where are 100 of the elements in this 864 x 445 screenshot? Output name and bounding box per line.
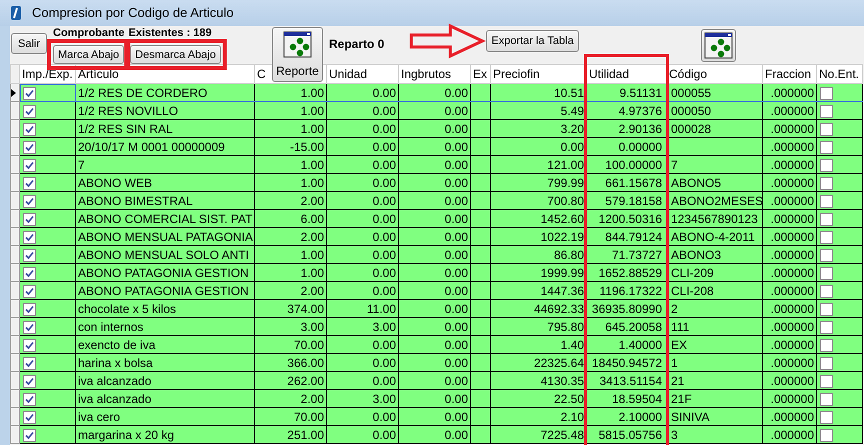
checkbox[interactable] [820, 392, 833, 406]
checkbox[interactable] [820, 266, 833, 280]
table-cell: 2.90136 [586, 120, 666, 138]
table-cell: 11.00 [326, 300, 398, 318]
table-cell: 0.00 [326, 102, 398, 120]
table-cell: 21 [666, 372, 762, 390]
grid-tool-button[interactable] [700, 29, 736, 62]
table-cell: 000055 [666, 84, 762, 102]
checkbox[interactable] [820, 140, 833, 154]
checkbox[interactable] [23, 356, 36, 370]
table-cell: 0.00 [326, 336, 398, 354]
comprobante-label: Comprobante [53, 27, 124, 39]
table-cell: 0.00 [398, 390, 470, 408]
table-cell: 121.00 [490, 156, 586, 174]
table-cell: 0.00 [398, 282, 470, 300]
table-cell: 0.00 [326, 264, 398, 282]
table-cell: con internos [76, 318, 254, 336]
checkbox[interactable] [820, 104, 833, 118]
checkbox[interactable] [820, 410, 833, 424]
checkbox[interactable] [23, 302, 36, 316]
table-cell: 2.10 [490, 408, 586, 426]
table-cell: 645.20058 [586, 318, 666, 336]
table-cell: 1652.88529 [586, 264, 666, 282]
checkbox[interactable] [23, 176, 36, 190]
checkbox[interactable] [820, 176, 833, 190]
checkbox[interactable] [23, 230, 36, 244]
checkbox[interactable] [23, 428, 36, 442]
table-cell: iva alcanzado [76, 390, 254, 408]
exit-button[interactable]: Salir [11, 33, 47, 54]
table-cell: ABONO WEB [76, 174, 254, 192]
checkbox[interactable] [23, 158, 36, 172]
table-cell: EX [666, 336, 762, 354]
checkbox[interactable] [820, 338, 833, 352]
table-cell: 0.00 [398, 336, 470, 354]
checkbox[interactable] [820, 302, 833, 316]
checkbox[interactable] [23, 410, 36, 424]
table-cell: margarina x 20 kg [76, 426, 254, 444]
checkbox[interactable] [820, 158, 833, 172]
checkbox[interactable] [820, 428, 833, 442]
table-cell: .000000 [762, 336, 816, 354]
table-cell: .000000 [762, 138, 816, 156]
checkbox[interactable] [820, 212, 833, 226]
table-cell: 4.97376 [586, 102, 666, 120]
table-cell: ABONO MENSUAL SOLO ANTI [76, 246, 254, 264]
table-cell: 0.00 [398, 426, 470, 444]
mark-down-button[interactable]: Marca Abajo [53, 45, 124, 64]
table-cell: .000000 [762, 318, 816, 336]
table-cell: 0.00 [398, 138, 470, 156]
checkbox[interactable] [23, 140, 36, 154]
table-cell: 0.00 [326, 282, 398, 300]
table-cell: 2.00 [254, 390, 326, 408]
checkbox[interactable] [820, 122, 833, 136]
export-table-button[interactable]: Exportar la Tabla [486, 30, 579, 52]
checkbox[interactable] [820, 374, 833, 388]
checkbox[interactable] [820, 248, 833, 262]
checkbox[interactable] [820, 230, 833, 244]
table-cell: 0.00 [398, 210, 470, 228]
table-cell: CLI-208 [666, 282, 762, 300]
checkbox[interactable] [23, 266, 36, 280]
table-cell: .000000 [762, 408, 816, 426]
table-cell: 1234567890123 [666, 210, 762, 228]
column-header[interactable]: Artículo [78, 67, 119, 81]
checkbox[interactable] [820, 86, 833, 100]
table-cell: 2.10000 [586, 408, 666, 426]
table-cell: 0.00 [326, 174, 398, 192]
checkbox[interactable] [23, 374, 36, 388]
checkbox[interactable] [820, 320, 833, 334]
table-cell: 5.49 [490, 102, 586, 120]
table-cell: 262.00 [254, 372, 326, 390]
checkbox[interactable] [23, 122, 36, 136]
table-cell: iva alcanzado [76, 372, 254, 390]
checkbox[interactable] [23, 194, 36, 208]
grid-dots-icon [283, 31, 312, 58]
table-cell: .000000 [762, 246, 816, 264]
table-cell: 44692.33 [490, 300, 586, 318]
checkbox[interactable] [23, 104, 36, 118]
table-cell: 0.00 [490, 138, 586, 156]
table-cell: 1.00 [254, 120, 326, 138]
table-cell: 7225.48 [490, 426, 586, 444]
checkbox[interactable] [23, 86, 36, 100]
table-cell: -15.00 [254, 138, 326, 156]
report-button[interactable]: Reporte [272, 27, 323, 82]
column-header[interactable]: C [257, 67, 266, 81]
table-cell: .000000 [762, 264, 816, 282]
checkbox[interactable] [820, 194, 833, 208]
checkbox[interactable] [23, 248, 36, 262]
table-cell: ABONO PATAGONIA GESTION [76, 282, 254, 300]
table-cell: 000050 [666, 102, 762, 120]
table-cell: 1022.19 [490, 228, 586, 246]
table-cell: ABONO BIMESTRAL [76, 192, 254, 210]
checkbox[interactable] [820, 356, 833, 370]
checkbox[interactable] [23, 284, 36, 298]
checkbox[interactable] [820, 284, 833, 298]
checkbox[interactable] [23, 320, 36, 334]
checkbox[interactable] [23, 338, 36, 352]
unmark-down-button[interactable]: Desmarca Abajo [130, 45, 221, 64]
table-cell: .000000 [762, 282, 816, 300]
table-cell: 366.00 [254, 354, 326, 372]
checkbox[interactable] [23, 392, 36, 406]
checkbox[interactable] [23, 212, 36, 226]
